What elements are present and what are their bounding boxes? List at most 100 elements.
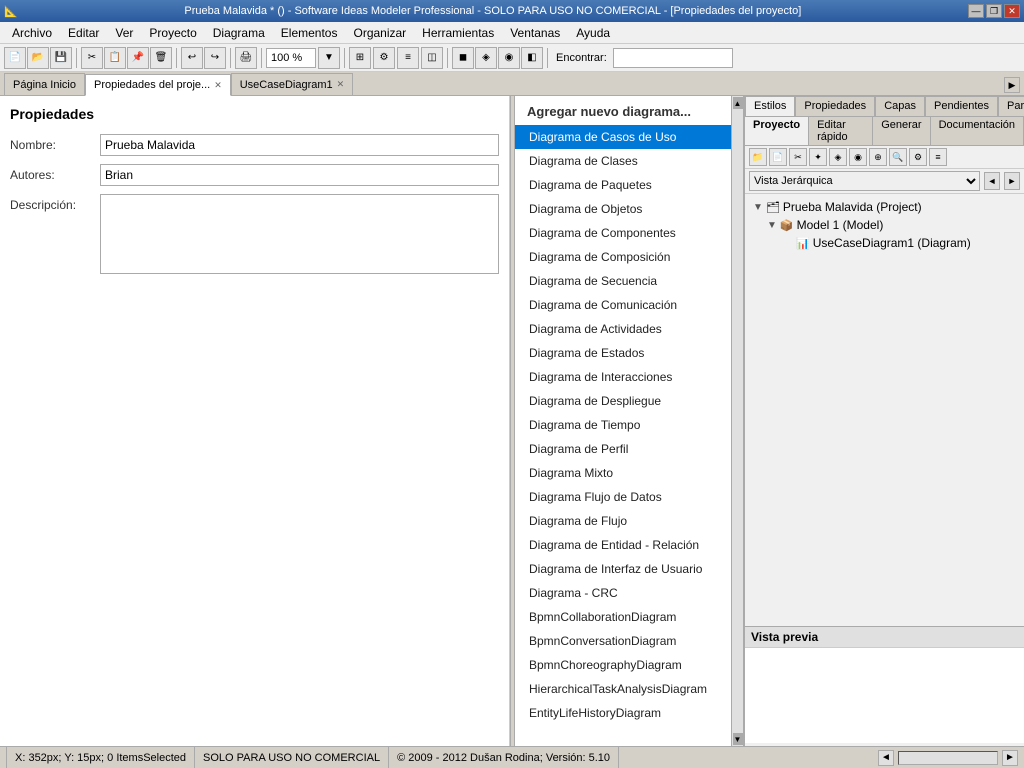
find-input[interactable]	[613, 48, 733, 68]
rt-btn-5[interactable]: ◈	[829, 148, 847, 166]
another-button[interactable]: ◫	[421, 47, 443, 69]
menu-item-organizar[interactable]: Organizar	[345, 22, 414, 43]
delete-button[interactable]: 🗑	[150, 47, 172, 69]
tab-close-icon[interactable]: ✕	[337, 79, 345, 90]
diagram-item-bpmnconversationdiagram[interactable]: BpmnConversationDiagram	[515, 629, 731, 653]
rt-btn-10[interactable]: ≡	[929, 148, 947, 166]
right-tab-propiedades[interactable]: Propiedades	[795, 96, 875, 116]
sub-tab-proyecto[interactable]: Proyecto	[745, 117, 809, 145]
rt-btn-2[interactable]: 📄	[769, 148, 787, 166]
menu-item-editar[interactable]: Editar	[60, 22, 107, 43]
scroll-up[interactable]: ▲	[733, 97, 743, 109]
diagram-item-bpmnchoreographydiagram[interactable]: BpmnChoreographyDiagram	[515, 653, 731, 677]
diagram-item-hierarchicaltaskanalysisdiagram[interactable]: HierarchicalTaskAnalysisDiagram	[515, 677, 731, 701]
grid-button[interactable]: ⊞	[349, 47, 371, 69]
tree-item-usecasediagram1-(diagram)[interactable]: 📊UseCaseDiagram1 (Diagram)	[749, 234, 1020, 252]
minimize-button[interactable]: —	[968, 4, 984, 18]
open-button[interactable]: 📂	[27, 47, 49, 69]
tab-propiedades-del-proje...[interactable]: Propiedades del proje...✕	[85, 74, 231, 96]
right-tab-pendientes[interactable]: Pendientes	[925, 96, 998, 116]
descripcion-input[interactable]	[100, 194, 499, 274]
maximize-button[interactable]: ❐	[986, 4, 1002, 18]
view-selector[interactable]: Vista JerárquicaVista PlanaVista Alfabét…	[749, 171, 980, 191]
zoom-dropdown[interactable]: ▼	[318, 47, 340, 69]
tree-expand-icon[interactable]: ▼	[767, 220, 777, 231]
tree-item-prueba-malavida-(project)[interactable]: ▼🗂Prueba Malavida (Project)	[749, 198, 1020, 216]
tab-usecasediagram1[interactable]: UseCaseDiagram1✕	[231, 73, 353, 95]
diagram-item-diagrama-de-estados[interactable]: Diagrama de Estados	[515, 341, 731, 365]
diagram-item-diagrama-de-entidad---relación[interactable]: Diagrama de Entidad - Relación	[515, 533, 731, 557]
diagram-item-diagrama-de-paquetes[interactable]: Diagrama de Paquetes	[515, 173, 731, 197]
rt-btn-3[interactable]: ✂	[789, 148, 807, 166]
diagram-item-diagrama-de-flujo[interactable]: Diagrama de Flujo	[515, 509, 731, 533]
view-btn-4[interactable]: ◧	[521, 47, 543, 69]
settings-button[interactable]: ⚙	[373, 47, 395, 69]
sub-tab-editar-rápido[interactable]: Editar rápido	[809, 117, 873, 145]
view-nav-next[interactable]: ►	[1004, 172, 1020, 190]
view-btn-1[interactable]: ◼	[452, 47, 474, 69]
right-tab-estilos[interactable]: Estilos	[745, 96, 795, 116]
nombre-input[interactable]	[100, 134, 499, 156]
right-tab-capas[interactable]: Capas	[875, 96, 925, 116]
new-button[interactable]: 📄	[4, 47, 26, 69]
close-button[interactable]: ✕	[1004, 4, 1020, 18]
rt-btn-8[interactable]: 🔍	[889, 148, 907, 166]
view-btn-2[interactable]: ◈	[475, 47, 497, 69]
right-tab-parser[interactable]: Parser	[998, 96, 1024, 116]
diagram-item-entitylifehistorydiagram[interactable]: EntityLifeHistoryDiagram	[515, 701, 731, 725]
search-next-btn[interactable]: ►	[1002, 750, 1018, 766]
tab-página-inicio[interactable]: Página Inicio	[4, 73, 85, 95]
paste-button[interactable]: 📌	[127, 47, 149, 69]
rt-btn-6[interactable]: ◉	[849, 148, 867, 166]
diagram-item-diagrama-mixto[interactable]: Diagrama Mixto	[515, 461, 731, 485]
rt-btn-4[interactable]: ✦	[809, 148, 827, 166]
view-btn-3[interactable]: ◉	[498, 47, 520, 69]
menu-item-proyecto[interactable]: Proyecto	[141, 22, 204, 43]
diagram-item-diagrama-de-clases[interactable]: Diagrama de Clases	[515, 149, 731, 173]
diagram-item-diagrama-de-tiempo[interactable]: Diagrama de Tiempo	[515, 413, 731, 437]
diagram-item-diagrama-flujo-de-datos[interactable]: Diagrama Flujo de Datos	[515, 485, 731, 509]
diagram-list-scrollbar[interactable]: ▲ ▼	[731, 96, 743, 746]
redo-button[interactable]: ↪	[204, 47, 226, 69]
more-button[interactable]: ≡	[397, 47, 419, 69]
diagram-item-diagrama-de-actividades[interactable]: Diagrama de Actividades	[515, 317, 731, 341]
zoom-input[interactable]	[266, 48, 316, 68]
diagram-item-diagrama-de-perfil[interactable]: Diagrama de Perfil	[515, 437, 731, 461]
menu-item-herramientas[interactable]: Herramientas	[414, 22, 502, 43]
search-prev-btn[interactable]: ◄	[878, 750, 894, 766]
diagram-item-bpmncollaborationdiagram[interactable]: BpmnCollaborationDiagram	[515, 605, 731, 629]
rt-btn-1[interactable]: 📁	[749, 148, 767, 166]
copy-button[interactable]: 📋	[104, 47, 126, 69]
sub-tab-documentación[interactable]: Documentación	[931, 117, 1024, 145]
titlebar-controls[interactable]: — ❐ ✕	[968, 4, 1020, 18]
diagram-item-diagrama-de-interfaz-de-usuario[interactable]: Diagrama de Interfaz de Usuario	[515, 557, 731, 581]
menu-item-diagrama[interactable]: Diagrama	[205, 22, 273, 43]
autores-input[interactable]	[100, 164, 499, 186]
diagram-item-diagrama-de-comunicación[interactable]: Diagrama de Comunicación	[515, 293, 731, 317]
menu-item-archivo[interactable]: Archivo	[4, 22, 60, 43]
diagram-item-diagrama-de-objetos[interactable]: Diagrama de Objetos	[515, 197, 731, 221]
undo-button[interactable]: ↩	[181, 47, 203, 69]
diagram-item-diagrama-de-secuencia[interactable]: Diagrama de Secuencia	[515, 269, 731, 293]
sub-tab-generar[interactable]: Generar	[873, 117, 930, 145]
tab-close-icon[interactable]: ✕	[214, 80, 222, 91]
diagram-item-diagrama-de-despliegue[interactable]: Diagrama de Despliegue	[515, 389, 731, 413]
tab-nav-button[interactable]: ▶	[1004, 77, 1020, 93]
print-button[interactable]: 🖨	[235, 47, 257, 69]
menu-item-ver[interactable]: Ver	[107, 22, 141, 43]
save-button[interactable]: 💾	[50, 47, 72, 69]
rt-btn-9[interactable]: ⚙	[909, 148, 927, 166]
tree-item-model-1-(model)[interactable]: ▼📦Model 1 (Model)	[749, 216, 1020, 234]
menu-item-ayuda[interactable]: Ayuda	[568, 22, 618, 43]
diagram-item-diagrama-de-composición[interactable]: Diagrama de Composición	[515, 245, 731, 269]
diagram-item-diagrama-de-interacciones[interactable]: Diagrama de Interacciones	[515, 365, 731, 389]
diagram-item-diagrama-de-casos-de-uso[interactable]: Diagrama de Casos de Uso	[515, 125, 731, 149]
cut-button[interactable]: ✂	[81, 47, 103, 69]
diagram-item-diagrama---crc[interactable]: Diagrama - CRC	[515, 581, 731, 605]
tree-expand-icon[interactable]: ▼	[753, 202, 763, 213]
menu-item-elementos[interactable]: Elementos	[273, 22, 346, 43]
rt-btn-7[interactable]: ⊕	[869, 148, 887, 166]
scroll-down[interactable]: ▼	[733, 733, 743, 745]
view-nav-prev[interactable]: ◄	[984, 172, 1000, 190]
menu-item-ventanas[interactable]: Ventanas	[502, 22, 568, 43]
